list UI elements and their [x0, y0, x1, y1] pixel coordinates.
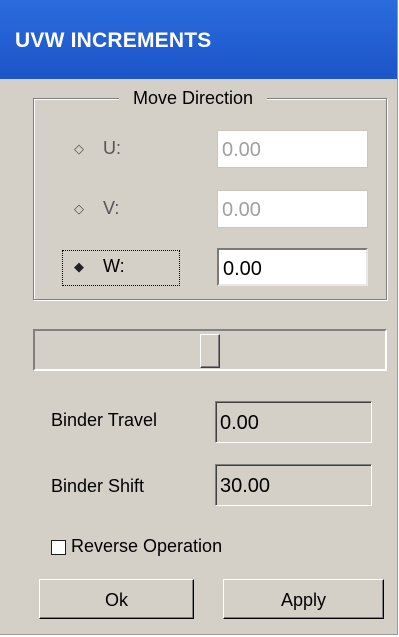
slider-thumb[interactable]: [200, 334, 220, 368]
direction-label-u: U:: [103, 138, 121, 158]
direction-row-u: ◇ U: 0.00: [34, 128, 386, 170]
binder-travel-value: 0.00: [215, 401, 372, 443]
dialog-body: Move Direction ◇ U: 0.00 ◇ V: 0.00 ◆ W: …: [0, 79, 397, 634]
radio-u[interactable]: ◇: [72, 142, 86, 156]
reverse-operation-checkbox[interactable]: [51, 540, 66, 555]
v-input[interactable]: 0.00: [217, 190, 368, 228]
increment-slider[interactable]: [33, 329, 387, 371]
move-direction-group: Move Direction ◇ U: 0.00 ◇ V: 0.00 ◆ W: …: [33, 88, 387, 300]
binder-shift-value: 30.00: [215, 464, 372, 506]
radio-v[interactable]: ◇: [72, 202, 86, 216]
u-input[interactable]: 0.00: [217, 130, 368, 168]
direction-label-v: V:: [103, 198, 120, 218]
binder-shift-label: Binder Shift: [51, 476, 145, 496]
window-title: UVW INCREMENTS: [15, 29, 212, 52]
title-bar[interactable]: UVW INCREMENTS: [0, 0, 397, 79]
ok-button[interactable]: Ok: [39, 579, 194, 619]
reverse-operation-label[interactable]: Reverse Operation: [71, 536, 222, 557]
move-direction-title: Move Direction: [119, 88, 268, 109]
direction-row-w: ◆ W: 0.00: [34, 246, 386, 288]
direction-row-v: ◇ V: 0.00: [34, 188, 386, 230]
uvw-increments-dialog: UVW INCREMENTS Move Direction ◇ U: 0.00 …: [0, 0, 398, 635]
w-input[interactable]: 0.00: [217, 248, 368, 286]
apply-button[interactable]: Apply: [223, 579, 384, 619]
binder-travel-label: Binder Travel: [51, 410, 158, 430]
radio-w[interactable]: ◆: [72, 260, 86, 274]
direction-label-w: W:: [103, 256, 125, 276]
